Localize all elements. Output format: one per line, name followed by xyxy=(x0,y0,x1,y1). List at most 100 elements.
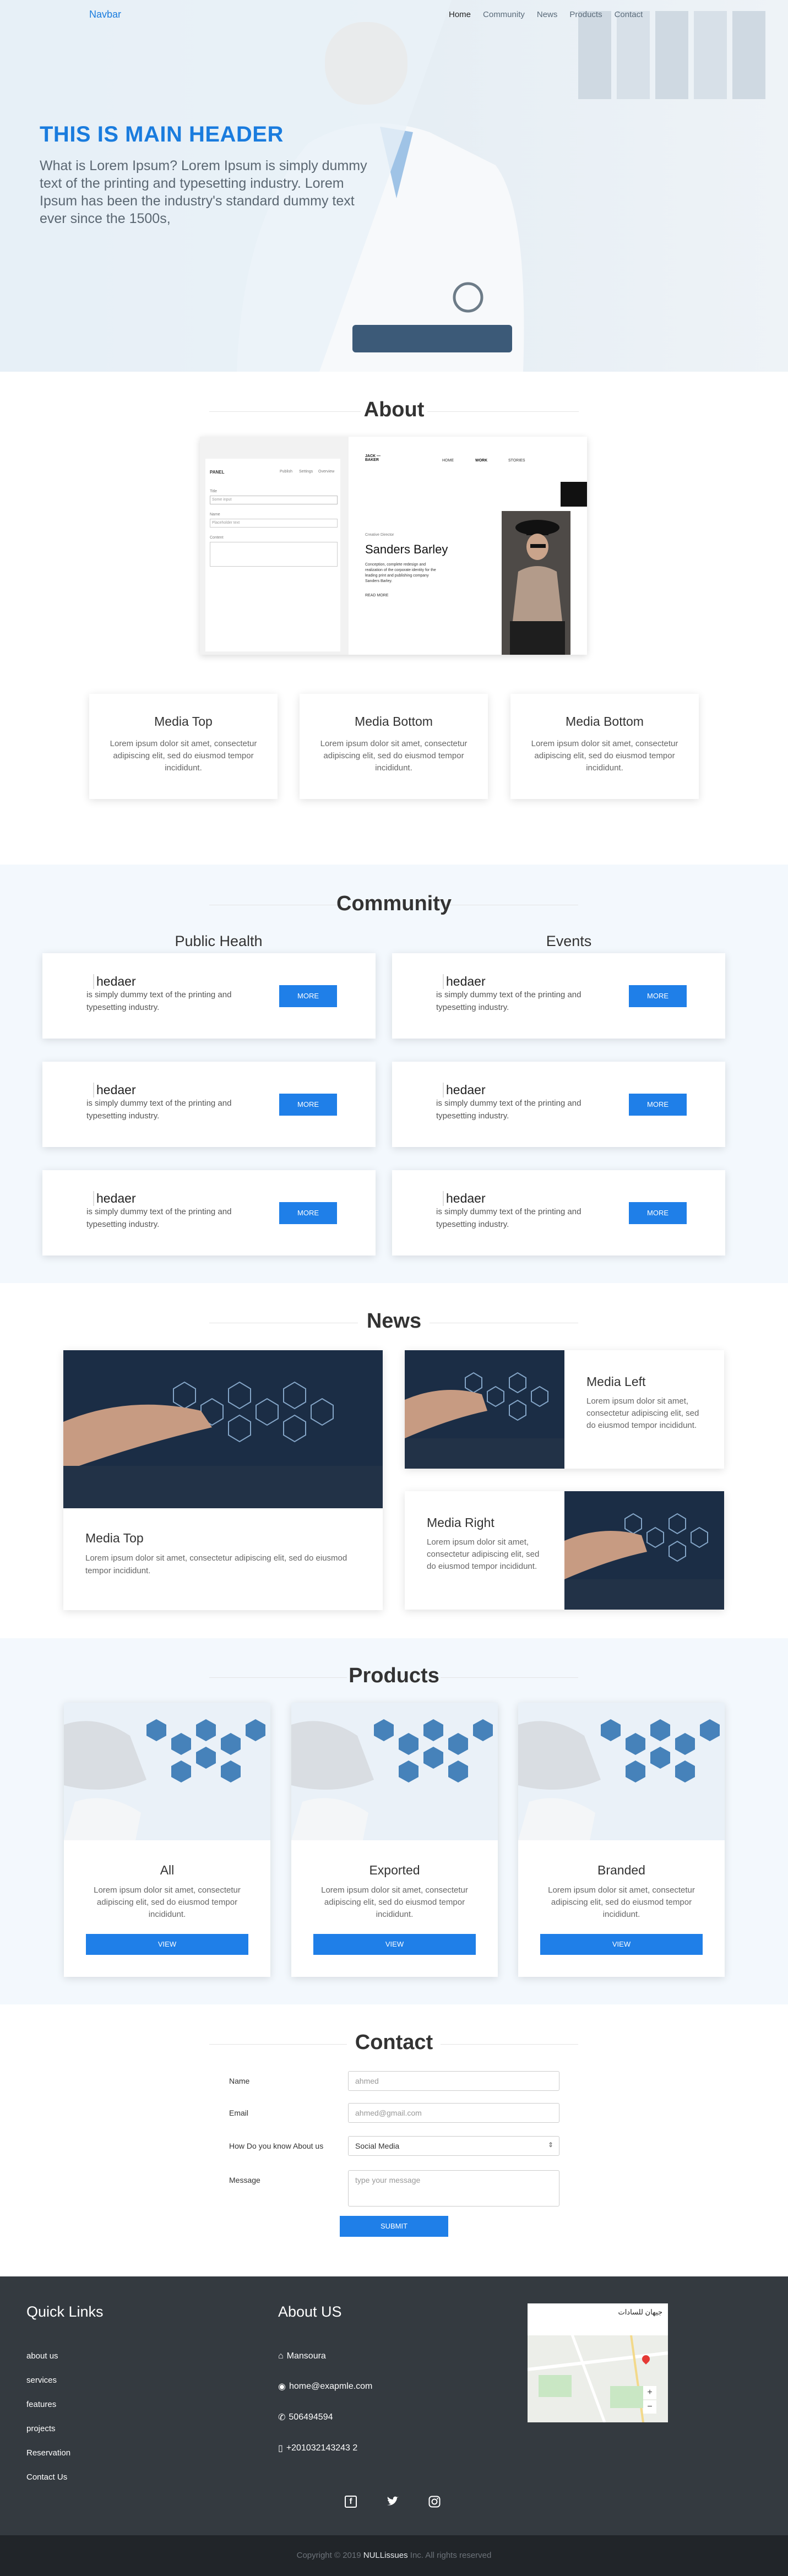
mockup-tab: Settings xyxy=(299,470,313,474)
news-top-title: Media Top xyxy=(85,1531,144,1545)
quick-link-projects[interactable]: projects xyxy=(26,2424,56,2433)
how-label: How Do you know About us xyxy=(229,2142,324,2150)
news-card-top: Media Top Lorem ipsum dolor sit amet, co… xyxy=(63,1350,383,1610)
how-select[interactable]: Social Media ⇕ xyxy=(348,2136,559,2156)
more-button[interactable]: MORE xyxy=(629,1094,687,1116)
about-card-text: Lorem ipsum dolor sit amet, consectetur … xyxy=(110,739,257,773)
community-card-text: is simply dummy text of the printing and… xyxy=(86,990,232,1012)
community-card: hedaer is simply dummy text of the printi… xyxy=(392,1062,725,1147)
view-button[interactable]: VIEW xyxy=(313,1934,476,1955)
zoom-in-button[interactable]: + xyxy=(643,2386,656,2399)
select-arrows-icon: ⇕ xyxy=(547,2141,553,2149)
news-title: News xyxy=(366,1309,422,1333)
news-image-tech-hand xyxy=(63,1350,383,1508)
submit-button[interactable]: SUBMIT xyxy=(340,2216,448,2237)
name-label: Name xyxy=(229,2077,250,2085)
email-label: Email xyxy=(229,2108,249,2117)
news-top-text: Lorem ipsum dolor sit amet, consectetur … xyxy=(85,1553,347,1575)
about-card: Media Bottom Lorem ipsum dolor sit amet,… xyxy=(510,694,699,799)
more-button[interactable]: MORE xyxy=(629,1202,687,1224)
mockup-black-block xyxy=(561,482,587,507)
address-text: Mansoura xyxy=(286,2351,326,2361)
quick-links-title: Quick Links xyxy=(26,2303,104,2320)
hero-subtitle: What is Lorem Ipsum? Lorem Ipsum is simp… xyxy=(40,158,367,226)
news-image-tech-hand xyxy=(564,1491,724,1610)
name-input[interactable]: ahmed xyxy=(348,2071,559,2091)
community-card: hedaer is simply dummy text of the printi… xyxy=(392,953,725,1039)
community-card-text: is simply dummy text of the printing and… xyxy=(436,1099,582,1121)
email-input[interactable]: ahmed@gmail.com xyxy=(348,2103,559,2123)
instagram-icon[interactable] xyxy=(428,2496,441,2508)
quick-link-contact[interactable]: Contact Us xyxy=(26,2472,67,2482)
nav-link-home[interactable]: Home xyxy=(449,10,471,19)
product-text: Lorem ipsum dolor sit amet, consectetur … xyxy=(94,1885,241,1919)
news-right-title: Media Right xyxy=(427,1515,494,1530)
footer: Quick Links about us services features p… xyxy=(0,2276,788,2535)
phone-text[interactable]: 506494594 xyxy=(289,2412,333,2422)
mockup-site-brand: JACK — BAKER xyxy=(365,454,381,462)
copyright-suffix: Inc. All rights reserved xyxy=(407,2551,492,2560)
footer-email: ◉ home@exapmle.com xyxy=(278,2381,372,2392)
mockup-tab: Publish xyxy=(280,470,292,474)
quick-link-features[interactable]: features xyxy=(26,2400,56,2409)
product-card: Exported Lorem ipsum dolor sit amet, cons… xyxy=(291,1703,498,1977)
quick-link-about[interactable]: about us xyxy=(26,2351,58,2361)
quick-link-reservation[interactable]: Reservation xyxy=(26,2448,70,2458)
copyright-bar: Copyright © 2019 NULLissues Inc. All rig… xyxy=(0,2535,788,2576)
quick-link-services[interactable]: services xyxy=(26,2376,57,2385)
map-embed[interactable]: جيهان للسادات + − xyxy=(528,2303,668,2422)
view-button[interactable]: VIEW xyxy=(86,1934,248,1955)
nav-link-news[interactable]: News xyxy=(537,10,558,19)
community-column-public-health: Public Health xyxy=(175,933,263,949)
community-title: Community xyxy=(336,892,452,915)
mockup-person-role: Creative Director xyxy=(365,533,394,537)
community-card-title: hedaer xyxy=(93,1083,136,1097)
more-button[interactable]: MORE xyxy=(279,1094,337,1116)
copyright-text: Copyright © 2019 xyxy=(296,2551,363,2560)
about-mockup-image: PANEL Publish Settings Overview Title So… xyxy=(200,437,587,655)
nav-link-contact[interactable]: Contact xyxy=(615,10,643,19)
products-title: Products xyxy=(349,1664,439,1687)
zoom-out-button[interactable]: − xyxy=(643,2400,656,2414)
facebook-icon[interactable]: f xyxy=(345,2496,357,2508)
nav-link-products[interactable]: Products xyxy=(569,10,602,19)
more-button[interactable]: MORE xyxy=(279,985,337,1007)
community-card: hedaer is simply dummy text of the printi… xyxy=(42,1170,376,1256)
footer-phone: ✆ 506494594 xyxy=(278,2412,333,2423)
community-card-title: hedaer xyxy=(443,1083,486,1097)
mobile-text[interactable]: +201032143243 2 xyxy=(286,2443,357,2453)
mockup-site-nav: HOME xyxy=(442,459,454,463)
community-column-events: Events xyxy=(546,933,592,949)
mockup-read-more: READ MORE xyxy=(365,594,389,597)
navbar: Navbar Home Community News Products Cont… xyxy=(0,0,788,29)
more-button[interactable]: MORE xyxy=(279,1202,337,1224)
about-title: About xyxy=(363,398,425,421)
twitter-icon[interactable] xyxy=(386,2496,399,2507)
mockup-person-name: Sanders Barley xyxy=(365,542,448,556)
email-icon: ◉ xyxy=(278,2382,286,2392)
about-card: Media Top Lorem ipsum dolor sit amet, co… xyxy=(89,694,278,799)
about-us-title: About US xyxy=(278,2303,342,2320)
product-card: All Lorem ipsum dolor sit amet, consectet… xyxy=(64,1703,270,1977)
news-card-right: Media Right Lorem ipsum dolor sit amet, … xyxy=(405,1491,724,1610)
mockup-textarea-label: Content xyxy=(210,536,224,540)
map-place-label: جيهان للسادات xyxy=(528,2303,668,2335)
email-text[interactable]: home@exapmle.com xyxy=(289,2382,372,2392)
about-card-title: Media Top xyxy=(154,714,213,729)
nav-link-community[interactable]: Community xyxy=(483,10,525,19)
mockup-site-nav: WORK xyxy=(475,459,488,463)
mockup-panel: PANEL Publish Settings Overview Title So… xyxy=(200,437,349,655)
community-card: hedaer is simply dummy text of the printi… xyxy=(42,953,376,1039)
view-button[interactable]: VIEW xyxy=(540,1934,703,1955)
message-textarea[interactable]: type your message xyxy=(348,2170,559,2207)
navbar-brand[interactable]: Navbar xyxy=(89,9,121,20)
more-button[interactable]: MORE xyxy=(629,985,687,1007)
product-card: Branded Lorem ipsum dolor sit amet, conse… xyxy=(518,1703,725,1977)
product-title: All xyxy=(160,1863,175,1877)
hero-section: Navbar Home Community News Products Cont… xyxy=(0,0,788,372)
copyright-brand[interactable]: NULLissues xyxy=(363,2551,408,2560)
news-card-left: Media Left Lorem ipsum dolor sit amet, c… xyxy=(405,1350,724,1469)
about-card: Media Bottom Lorem ipsum dolor sit amet,… xyxy=(300,694,488,799)
mockup-person-photo xyxy=(502,511,570,655)
message-label: Message xyxy=(229,2176,260,2184)
